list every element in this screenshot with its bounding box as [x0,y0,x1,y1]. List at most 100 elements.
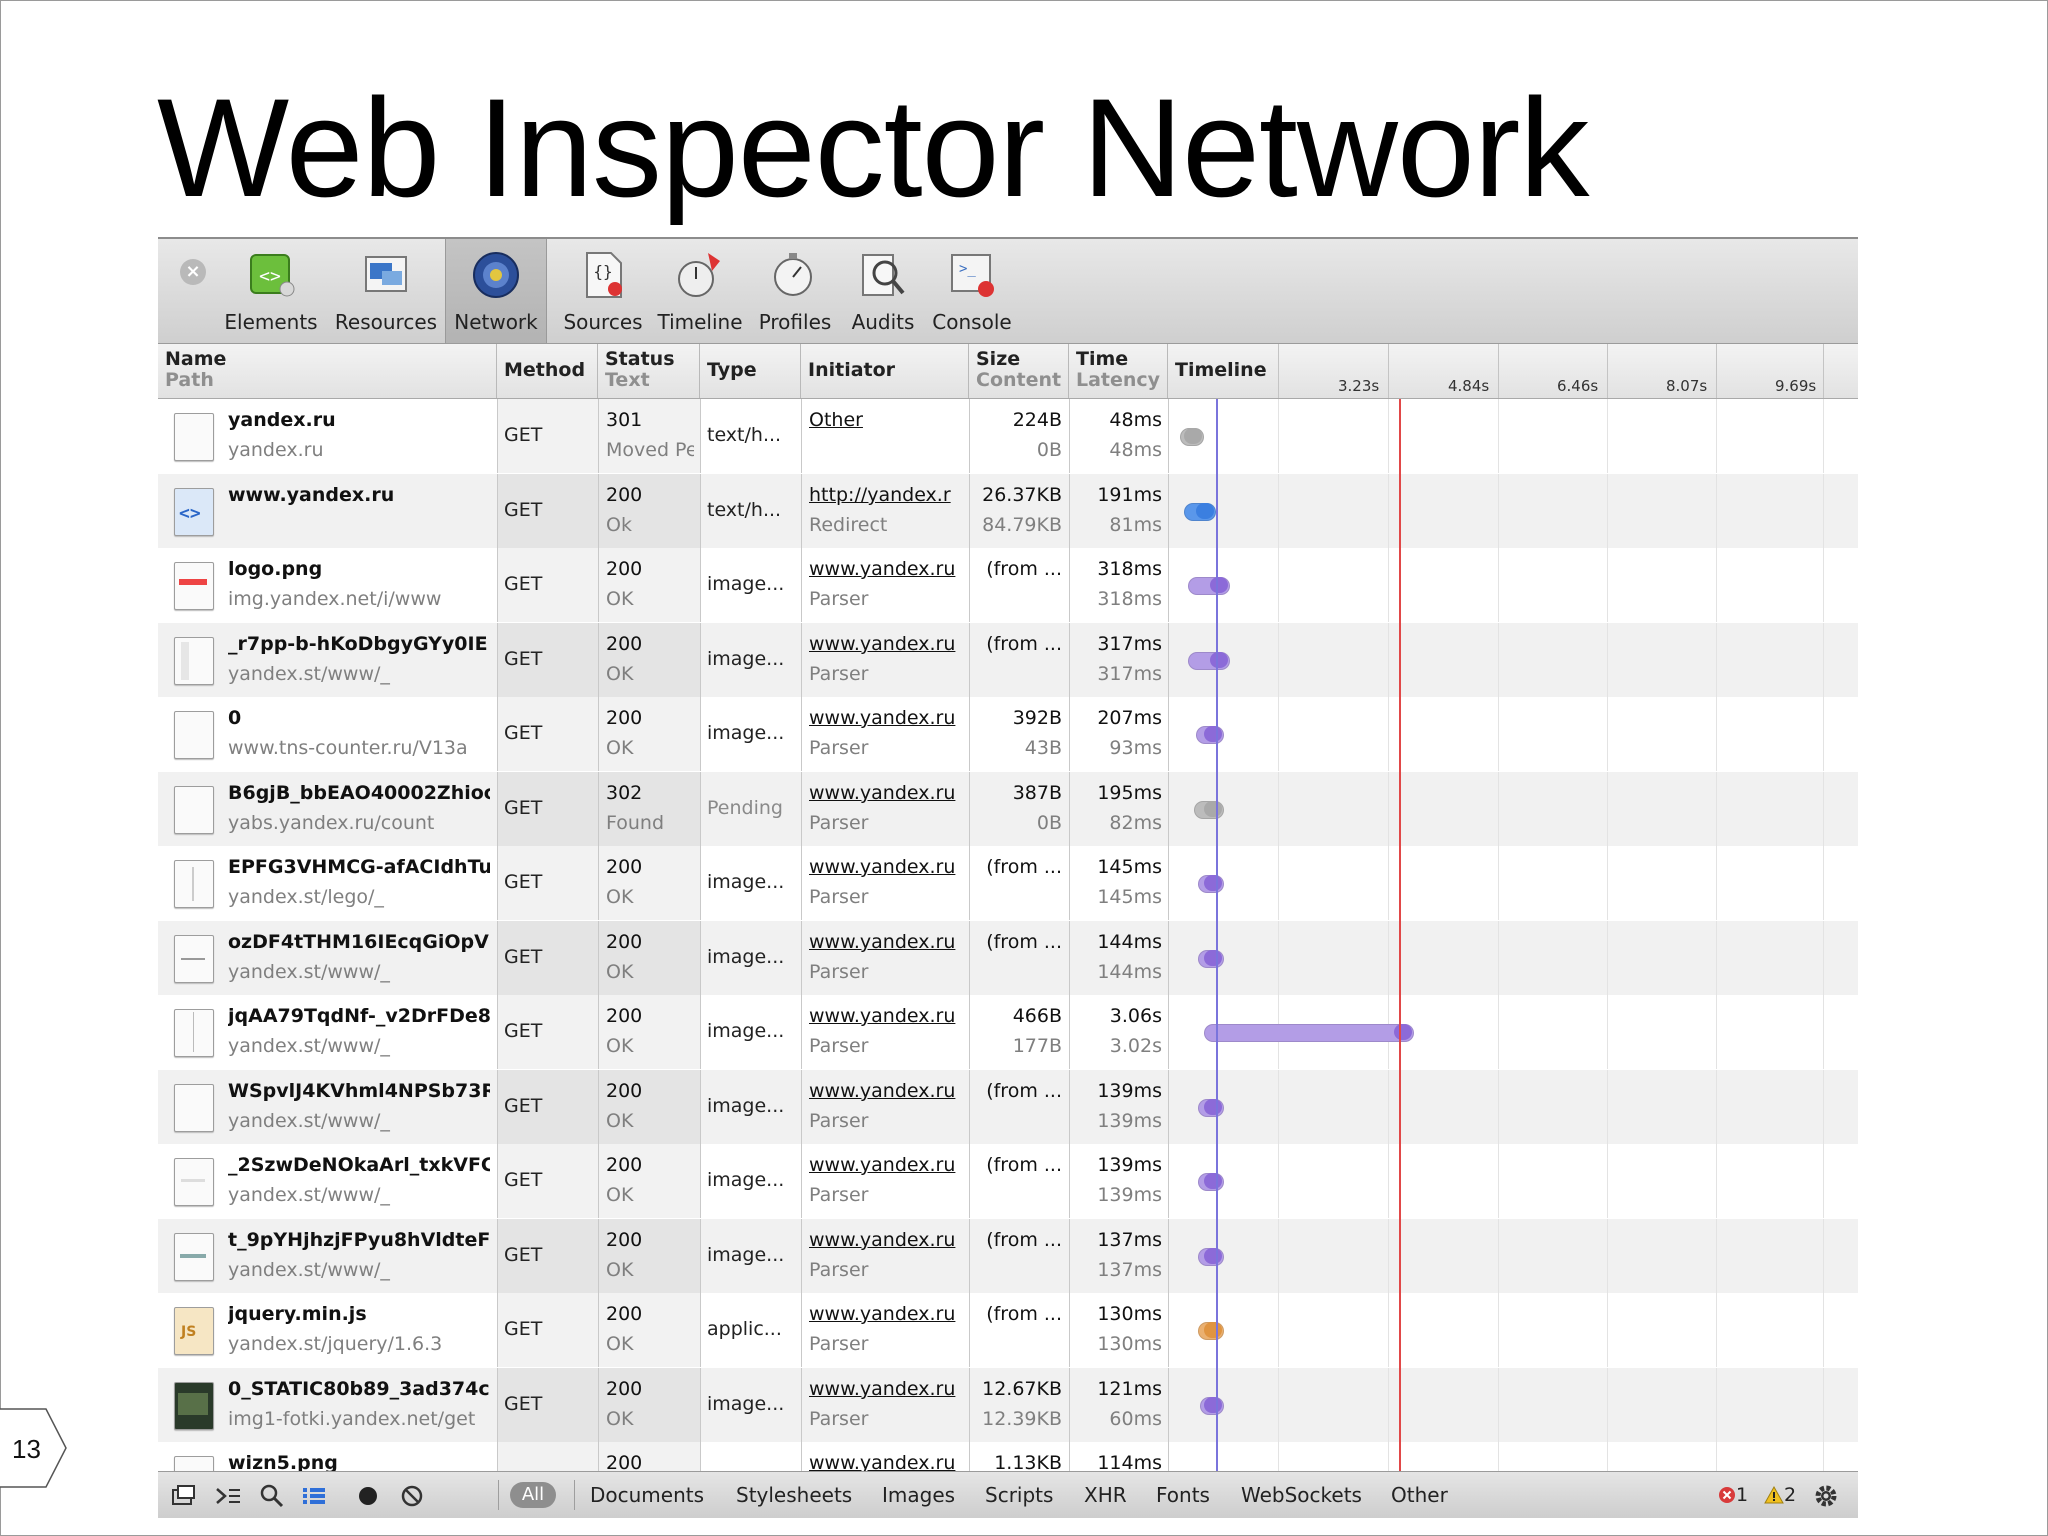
console-drawer-icon[interactable] [214,1482,242,1510]
cell-initiator[interactable]: www.yandex.ru [809,856,966,878]
column-type-header[interactable]: Type [700,344,801,398]
cell-initiator[interactable]: www.yandex.ru [809,1303,966,1325]
timeline-bar[interactable] [1204,1024,1414,1042]
warning-count[interactable]: 2 [1764,1484,1796,1506]
table-row[interactable]: _2SzwDeNOkaArl_txkVFC yandex.st/www/_ GET 2… [158,1144,1858,1218]
close-icon[interactable]: × [180,259,206,285]
table-row[interactable]: 0_STATIC80b89_3ad374c img1-fotki.yandex.n… [158,1368,1858,1442]
table-row[interactable]: t_9pYHjhzjFPyu8hVldteF yandex.st/www/_ GET… [158,1219,1858,1293]
tab-network[interactable]: Network [445,239,547,343]
column-status-header[interactable]: Status Text [598,344,700,398]
tab-timeline[interactable]: Timeline [652,239,748,343]
column-size-header[interactable]: Size Content [969,344,1069,398]
column-initiator-header[interactable]: Initiator [801,344,969,398]
tab-profiles[interactable]: Profiles [750,239,840,343]
timeline-gridline [1716,548,1717,622]
column-divider [497,995,498,1069]
cell-name: 0_STATIC80b89_3ad374c [228,1378,490,1400]
filter-all-button[interactable]: All [510,1482,556,1508]
timeline-divider [1823,344,1824,398]
table-row[interactable]: jqAA79TqdNf-_v2DrFDe8 yandex.st/www/_ GET 2… [158,995,1858,1069]
table-row[interactable]: EPFG3VHMCG-afACIdhTu yandex.st/lego/_ GET 2… [158,846,1858,920]
column-divider [700,697,701,771]
cell-initiator[interactable]: www.yandex.ru [809,1154,966,1176]
column-divider [598,1293,599,1367]
cell-initiator[interactable]: www.yandex.ru [809,558,966,580]
filter-scripts[interactable]: Scripts [985,1483,1053,1507]
cell-status: 200 [606,1303,643,1325]
cell-initiator[interactable]: www.yandex.ru [809,1005,966,1027]
list-view-icon[interactable] [300,1482,328,1510]
cell-initiator[interactable]: www.yandex.ru [809,1452,966,1471]
tab-elements-label: Elements [224,310,318,334]
cell-status_text: OK [606,1259,634,1281]
timeline-gridline [1278,623,1279,697]
cell-initiator[interactable]: www.yandex.ru [809,1378,966,1400]
cell-status_text: OK [606,1184,634,1206]
filter-images[interactable]: Images [882,1483,955,1507]
record-icon[interactable] [354,1482,382,1510]
filter-stylesheets[interactable]: Stylesheets [736,1483,852,1507]
filter-xhr[interactable]: XHR [1084,1483,1127,1507]
tab-audits[interactable]: Audits [841,239,925,343]
cell-initiator[interactable]: www.yandex.ru [809,782,966,804]
cell-initiator_sub: Parser [809,588,869,610]
cell-method: GET [504,424,543,446]
search-icon[interactable] [258,1482,286,1510]
column-divider [1069,1442,1070,1471]
resource-thumbnail-icon [174,711,214,759]
timeline-gridline [1388,1293,1389,1367]
column-divider [1069,548,1070,622]
cell-initiator[interactable]: www.yandex.ru [809,931,966,953]
cell-initiator[interactable]: www.yandex.ru [809,707,966,729]
timeline-gridline [1716,772,1717,846]
cell-time: 137ms [1097,1229,1162,1251]
tab-sources[interactable]: {} Sources [555,239,651,343]
table-row[interactable]: <> www.yandex.ru GET 200 Ok text/h... http://y… [158,474,1858,548]
column-divider [700,921,701,995]
timeline-gridline [1498,772,1499,846]
error-count[interactable]: 1 [1718,1484,1748,1506]
table-row[interactable]: ozDF4tTHM16IEcqGiOpVI yandex.st/www/_ GET 2… [158,921,1858,995]
filter-other[interactable]: Other [1391,1483,1448,1507]
resource-thumbnail-icon [174,860,214,908]
timeline-gridline [1716,697,1717,771]
cell-size: (from ... [986,931,1062,953]
table-row[interactable]: logo.png img.yandex.net/i/www GET 200 OK imag… [158,548,1858,622]
column-timeline-header[interactable]: Timeline [1168,344,1858,398]
settings-gear-icon[interactable] [1812,1482,1840,1510]
tab-console[interactable]: >_ Console [926,239,1018,343]
filter-fonts[interactable]: Fonts [1156,1483,1210,1507]
dock-icon[interactable] [170,1482,198,1510]
cell-method: GET [504,648,543,670]
cell-initiator[interactable]: www.yandex.ru [809,1229,966,1251]
tab-resources[interactable]: Resources [330,239,442,343]
column-divider [1168,1219,1169,1293]
tab-elements[interactable]: <> Elements [215,239,327,343]
cell-method: GET [504,1169,543,1191]
column-time-header[interactable]: Time Latency [1069,344,1168,398]
column-method-header[interactable]: Method [497,344,598,398]
cell-initiator[interactable]: http://yandex.r [809,484,966,506]
filter-websockets[interactable]: WebSockets [1241,1483,1362,1507]
table-row[interactable]: WSpvlJ4KVhml4NPSb73R yandex.st/www/_ GET 20… [158,1070,1858,1144]
clear-icon[interactable] [398,1482,426,1510]
table-row[interactable]: B6gjB_bbEAO40002Zhioc yabs.yandex.ru/coun… [158,772,1858,846]
table-row[interactable]: _r7pp-b-hKoDbgyGYy0IE yandex.st/www/_ GET 2… [158,623,1858,697]
column-divider [969,1293,970,1367]
cell-type: text/h... [707,424,782,446]
timeline-gridline [1498,995,1499,1069]
cell-initiator[interactable]: www.yandex.ru [809,633,966,655]
cell-initiator[interactable]: Other [809,409,966,431]
column-name-header[interactable]: Name Path [158,344,497,398]
cell-path: yabs.yandex.ru/count [228,812,435,834]
resource-thumbnail-icon [174,935,214,983]
table-row[interactable]: 0 www.tns-counter.ru/V13a GET 200 OK image...… [158,697,1858,771]
table-row[interactable]: yandex.ru yandex.ru GET 301 Moved Pe text/h..… [158,399,1858,473]
table-row[interactable]: wizn5.png 200 www.yandex.ru 1.13KB 114ms [158,1442,1858,1471]
cell-name: jqAA79TqdNf-_v2DrFDe8 [228,1005,490,1027]
table-row[interactable]: JS jquery.min.js yandex.st/jquery/1.6.3 GET… [158,1293,1858,1367]
cell-time: 3.06s [1109,1005,1162,1027]
cell-initiator[interactable]: www.yandex.ru [809,1080,966,1102]
filter-documents[interactable]: Documents [590,1483,704,1507]
